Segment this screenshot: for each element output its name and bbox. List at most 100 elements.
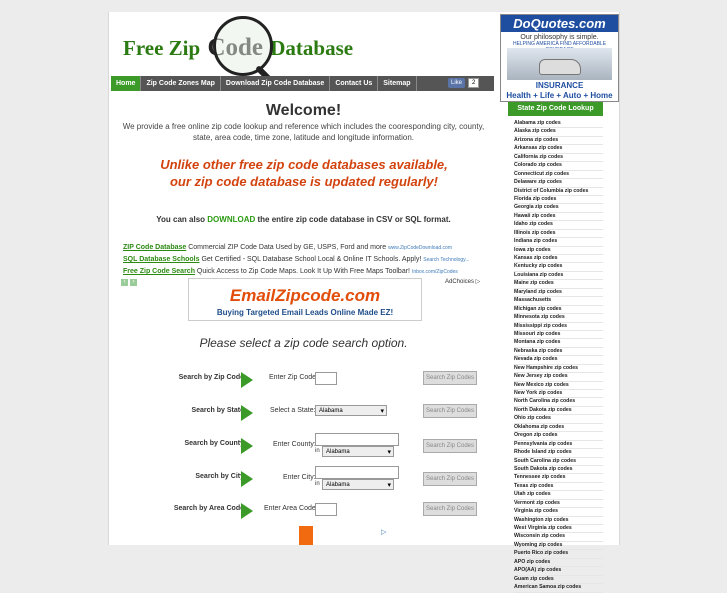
text-ad[interactable]: ZIP Code Database Commercial ZIP Code Da… — [123, 242, 483, 254]
sidebar-state-link[interactable]: Utah zip codes — [514, 491, 603, 500]
sidebar-state-link[interactable]: Idaho zip codes — [514, 221, 603, 230]
sidebar-state-link[interactable]: Alabama zip codes — [514, 120, 603, 129]
sidebar-state-link[interactable]: New York zip codes — [514, 390, 603, 399]
sidebar-state-link[interactable]: Colorado zip codes — [514, 162, 603, 171]
nav-zones-map[interactable]: Zip Code Zones Map — [141, 76, 221, 91]
download-text: You can also DOWNLOAD the entire zip cod… — [111, 215, 496, 224]
text-ad[interactable]: SQL Database Schools Get Certified - SQL… — [123, 254, 483, 266]
sidebar-state-link[interactable]: Virginia zip codes — [514, 508, 603, 517]
sidebar-state-link[interactable]: Tennessee zip codes — [514, 474, 603, 483]
ad-link[interactable]: Free Zip Code Search — [123, 268, 195, 275]
next-arrow-icon[interactable]: › — [130, 279, 137, 286]
sidebar-state-link[interactable]: South Dakota zip codes — [514, 466, 603, 475]
nav-home[interactable]: Home — [111, 76, 142, 91]
sidebar-state-link[interactable]: North Dakota zip codes — [514, 407, 603, 416]
search-button[interactable]: Search Zip Codes — [423, 439, 477, 453]
sidebar-state-link[interactable]: South Carolina zip codes — [514, 458, 603, 466]
sidebar-state-link[interactable]: Connecticut zip codes — [514, 171, 603, 180]
sidebar-state-link[interactable]: American Samoa zip codes — [514, 584, 603, 593]
sidebar-state-link[interactable]: Montana zip codes — [514, 339, 603, 348]
sidebar-state-link[interactable]: Kentucky zip codes — [514, 263, 603, 272]
arrow-right-icon — [241, 405, 253, 421]
adchoices-label[interactable]: AdChoices ▷ — [445, 278, 480, 285]
ad-link[interactable]: ZIP Code Database — [123, 244, 186, 251]
sidebar-state-link[interactable]: West Virginia zip codes — [514, 525, 603, 534]
sidebar-state-link[interactable]: APO(AA) zip codes — [514, 567, 603, 576]
sidebar-state-link[interactable]: Wisconsin zip codes — [514, 533, 603, 542]
sidebar-state-link[interactable]: Arizona zip codes — [514, 137, 603, 146]
zip-input[interactable] — [315, 372, 337, 385]
sidebar-state-link[interactable]: Mississippi zip codes — [514, 323, 603, 331]
sidebar-state-link[interactable]: Delaware zip codes — [514, 179, 603, 188]
sidebar-state-link[interactable]: Puerto Rico zip codes — [514, 550, 603, 559]
sidebar-state-link[interactable]: New Mexico zip codes — [514, 382, 603, 390]
sidebar-state-link[interactable]: New Jersey zip codes — [514, 373, 603, 382]
sidebar-state-link[interactable]: Guam zip codes — [514, 576, 603, 585]
sidebar-state-link[interactable]: Nebraska zip codes — [514, 348, 603, 357]
sidebar-state-link[interactable]: Nevada zip codes — [514, 356, 603, 365]
sidebar-state-link[interactable]: Massachusetts — [514, 297, 603, 306]
field-label: Enter City: — [283, 474, 316, 481]
text-ad[interactable]: Free Zip Code Search Quick Access to Zip… — [123, 266, 483, 278]
sidebar-state-link[interactable]: Texas zip codes — [514, 483, 603, 492]
sidebar-state-link[interactable]: Kansas zip codes — [514, 255, 603, 264]
ad-thumbnail[interactable] — [299, 526, 313, 545]
sidebar-state-link[interactable]: Minnesota zip codes — [514, 314, 603, 323]
like-button[interactable]: Like — [448, 78, 466, 88]
sidebar-state-link[interactable]: Pennsylvania zip codes — [514, 441, 603, 450]
ad-url[interactable]: www.ZipCodeDownload.com — [388, 245, 452, 251]
sidebar-state-link[interactable]: Louisiana zip codes — [514, 272, 603, 281]
search-button[interactable]: Search Zip Codes — [423, 371, 477, 385]
sidebar-state-link[interactable]: Missouri zip codes — [514, 331, 603, 340]
sidebar-state-link[interactable]: Washington zip codes — [514, 517, 603, 525]
sidebar-state-link[interactable]: North Carolina zip codes — [514, 398, 603, 407]
sidebar-state-link[interactable]: Hawaii zip codes — [514, 213, 603, 222]
sidebar-state-link[interactable]: Oregon zip codes — [514, 432, 603, 441]
sidebar-state-link[interactable]: APO zip codes — [514, 559, 603, 568]
state-list: Alabama zip codes Alaska zip codes Arizona… — [508, 120, 603, 593]
nav-contact[interactable]: Contact Us — [330, 76, 379, 91]
areacode-input[interactable] — [315, 503, 337, 516]
insurance-ad[interactable]: DoQuotes.com Our philosophy is simple. H… — [500, 14, 619, 102]
ad-url[interactable]: Inbox.com/ZipCodes — [412, 269, 458, 275]
county-input[interactable] — [315, 433, 399, 446]
nav-sitemap[interactable]: Sitemap — [378, 76, 417, 91]
sidebar-state-link[interactable]: Arkansas zip codes — [514, 145, 603, 154]
prev-arrow-icon[interactable]: ‹ — [121, 279, 128, 286]
ad-url[interactable]: Search Technology... — [423, 257, 469, 263]
sidebar-state-link[interactable]: Maine zip codes — [514, 280, 603, 289]
search-button[interactable]: Search Zip Codes — [423, 404, 477, 418]
sidebar-state-link[interactable]: Ohio zip codes — [514, 415, 603, 424]
sidebar-state-link[interactable]: Michigan zip codes — [514, 306, 603, 315]
email-banner-ad[interactable]: EmailZipcode.com Buying Targeted Email L… — [188, 278, 422, 321]
ad-line1: INSURANCE — [535, 81, 584, 90]
county-state-select[interactable]: Alabama — [322, 446, 394, 458]
sidebar-state-link[interactable]: Florida zip codes — [514, 196, 603, 205]
sidebar-state-link[interactable]: Iowa zip codes — [514, 247, 603, 255]
sidebar-state-link[interactable]: Vermont zip codes — [514, 500, 603, 509]
sidebar-state-link[interactable]: New Hampshire zip codes — [514, 365, 603, 374]
state-select[interactable]: Alabama — [315, 405, 387, 417]
sidebar-state-link[interactable]: Illinois zip codes — [514, 230, 603, 239]
sidebar-state-link[interactable]: Maryland zip codes — [514, 289, 603, 298]
nav-download[interactable]: Download Zip Code Database — [221, 76, 331, 91]
sidebar-state-link[interactable]: District of Columbia zip codes — [514, 188, 603, 196]
sidebar-state-link[interactable]: California zip codes — [514, 154, 603, 163]
field-label: Enter Area Code: — [264, 505, 318, 512]
ad-link[interactable]: SQL Database Schools — [123, 256, 200, 263]
adchoices-icon[interactable]: ▷ — [381, 528, 386, 536]
sidebar-state-link[interactable]: Oklahoma zip codes — [514, 424, 603, 433]
facebook-like[interactable]: Like 2 — [448, 78, 480, 88]
search-row-areacode: Search by Area Code Enter Area Code: Sea… — [109, 499, 509, 525]
sidebar-state-link[interactable]: Indiana zip codes — [514, 238, 603, 247]
sidebar-state-link[interactable]: Alaska zip codes — [514, 128, 603, 137]
text-ads: ZIP Code Database Commercial ZIP Code Da… — [123, 242, 483, 278]
sidebar-state-link[interactable]: Georgia zip codes — [514, 204, 603, 213]
sidebar-state-link[interactable]: Rhode Island zip codes — [514, 449, 603, 458]
city-input[interactable] — [315, 466, 399, 479]
download-link[interactable]: DOWNLOAD — [207, 215, 255, 224]
city-state-select[interactable]: Alabama — [322, 479, 394, 491]
sidebar-state-link[interactable]: Wyoming zip codes — [514, 542, 603, 551]
search-button[interactable]: Search Zip Codes — [423, 502, 477, 516]
search-button[interactable]: Search Zip Codes — [423, 472, 477, 486]
